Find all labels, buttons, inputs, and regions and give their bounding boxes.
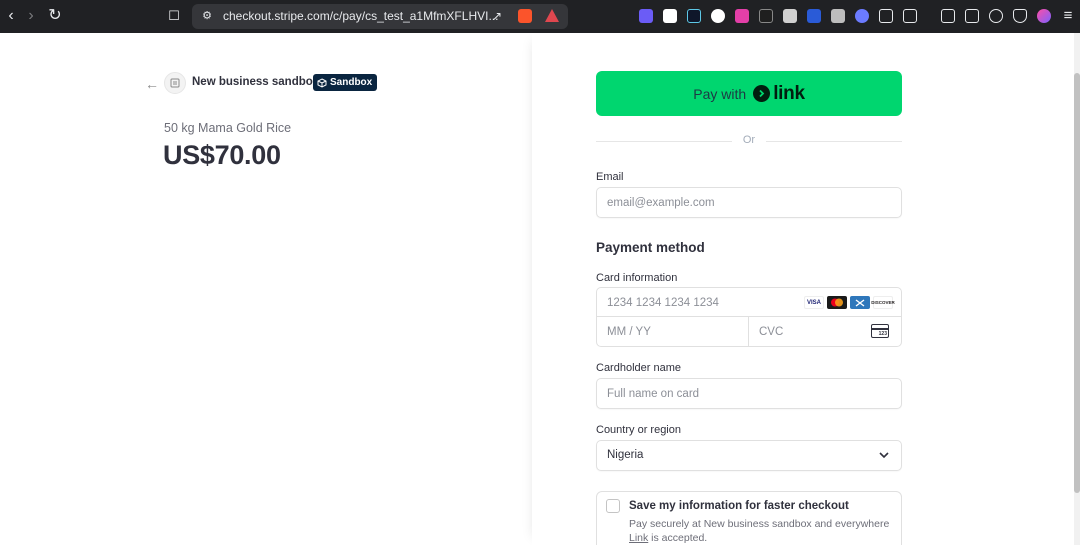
cardholder-label: Cardholder name bbox=[596, 362, 681, 374]
pay-with-label: Pay with bbox=[693, 85, 747, 102]
cvc-icon-text: 123 bbox=[878, 331, 887, 337]
card-number-input[interactable] bbox=[607, 288, 787, 317]
payment-form-panel: Pay with link Or Email Payment method Ca… bbox=[532, 33, 1080, 545]
email-field-wrapper bbox=[596, 187, 902, 218]
extension-8-icon[interactable] bbox=[807, 9, 821, 23]
extension-4-icon[interactable] bbox=[711, 9, 725, 23]
product-name: 50 kg Mama Gold Rice bbox=[164, 121, 292, 135]
menu-icon[interactable]: ≡ bbox=[1059, 7, 1077, 25]
discover-icon: DISCOVER bbox=[871, 296, 895, 309]
country-label: Country or region bbox=[596, 424, 681, 436]
browser-toolbar: ‹ › ↻ ☐ ⚙ checkout.stripe.com/c/pay/cs_t… bbox=[0, 0, 1080, 33]
extensions-puzzle-icon[interactable] bbox=[879, 9, 893, 23]
sidebar-icon[interactable] bbox=[941, 9, 955, 23]
page-scrollbar[interactable] bbox=[1074, 33, 1080, 545]
link-arrow-icon bbox=[753, 85, 771, 102]
extension-1-icon[interactable] bbox=[639, 9, 653, 23]
cvc-card-icon: 123 bbox=[871, 324, 889, 338]
business-name: New business sandbox bbox=[192, 76, 320, 88]
cardholder-field-wrapper bbox=[596, 378, 902, 409]
site-settings-icon[interactable]: ⚙ bbox=[198, 7, 216, 25]
business-logo-icon bbox=[164, 72, 186, 94]
save-info-checkbox[interactable] bbox=[606, 499, 620, 513]
country-select[interactable]: Nigeria bbox=[596, 440, 902, 471]
back-nav-icon[interactable]: ‹ bbox=[2, 7, 20, 25]
tab-capture-icon[interactable] bbox=[903, 9, 917, 23]
profile-avatar-icon[interactable] bbox=[1037, 9, 1051, 23]
wallet-icon[interactable] bbox=[965, 9, 979, 23]
country-value: Nigeria bbox=[607, 449, 644, 461]
card-brands: VISA DISCOVER bbox=[804, 296, 895, 309]
email-field[interactable] bbox=[607, 188, 867, 217]
mastercard-icon bbox=[827, 296, 847, 309]
extension-3-icon[interactable] bbox=[687, 9, 701, 23]
reload-icon[interactable]: ↻ bbox=[46, 7, 64, 25]
forward-nav-icon[interactable]: › bbox=[22, 7, 40, 25]
payment-method-title: Payment method bbox=[596, 240, 705, 255]
extension-7-icon[interactable] bbox=[783, 9, 797, 23]
order-total: US$70.00 bbox=[163, 140, 281, 170]
cvc-row: 123 bbox=[749, 317, 901, 346]
chevron-down-icon bbox=[879, 452, 889, 459]
pay-with-link-button[interactable]: Pay with link bbox=[596, 71, 902, 116]
url-text[interactable]: checkout.stripe.com/c/pay/cs_test_a1MfmX… bbox=[223, 9, 498, 23]
save-info-desc-end: is accepted. bbox=[648, 532, 708, 544]
card-number-row: VISA DISCOVER bbox=[597, 288, 901, 317]
extension-2-icon[interactable] bbox=[663, 9, 677, 23]
expiry-input[interactable] bbox=[607, 317, 737, 346]
card-information-group: VISA DISCOVER 123 bbox=[596, 287, 902, 347]
card-information-label: Card information bbox=[596, 272, 678, 284]
email-label: Email bbox=[596, 171, 624, 183]
extension-6-icon[interactable] bbox=[759, 9, 773, 23]
link-info-link[interactable]: Link bbox=[629, 532, 648, 544]
save-info-desc-start: Pay securely at New business sandbox and… bbox=[629, 518, 890, 530]
leo-ai-icon[interactable] bbox=[989, 9, 1003, 23]
or-text: Or bbox=[742, 134, 756, 146]
save-info-description: Pay securely at New business sandbox and… bbox=[629, 517, 894, 545]
extension-5-icon[interactable] bbox=[735, 9, 749, 23]
brave-shield-icon[interactable] bbox=[518, 9, 532, 23]
url-path: /c/pay/cs_test_a1MfmXFLHVI... bbox=[329, 9, 499, 23]
or-divider: Or bbox=[596, 134, 902, 148]
visa-icon: VISA bbox=[804, 296, 824, 309]
cube-icon bbox=[317, 77, 327, 88]
bookmark-icon[interactable]: ☐ bbox=[165, 7, 183, 25]
sandbox-badge: Sandbox bbox=[313, 74, 378, 91]
brave-rewards-icon[interactable] bbox=[545, 9, 559, 22]
sandbox-badge-label: Sandbox bbox=[330, 77, 373, 88]
save-info-title: Save my information for faster checkout bbox=[629, 500, 849, 512]
extension-10-icon[interactable] bbox=[855, 9, 869, 23]
divider-line-right bbox=[766, 141, 902, 142]
cvc-input[interactable] bbox=[759, 317, 859, 346]
cardholder-name-input[interactable] bbox=[607, 379, 867, 408]
save-info-box: Save my information for faster checkout … bbox=[596, 491, 902, 545]
link-brand-text: link bbox=[773, 82, 805, 104]
vpn-shield-icon[interactable] bbox=[1013, 9, 1027, 23]
extension-9-icon[interactable] bbox=[831, 9, 845, 23]
scrollbar-thumb[interactable] bbox=[1074, 73, 1080, 493]
share-icon[interactable]: ↗ bbox=[488, 7, 506, 25]
url-host: checkout.stripe.com bbox=[223, 9, 330, 23]
expiry-row bbox=[597, 317, 749, 346]
back-arrow-icon[interactable]: ← bbox=[145, 76, 159, 92]
order-summary-panel: ← New business sandbox Sandbox 50 kg Mam… bbox=[0, 33, 532, 545]
amex-icon bbox=[850, 296, 870, 309]
